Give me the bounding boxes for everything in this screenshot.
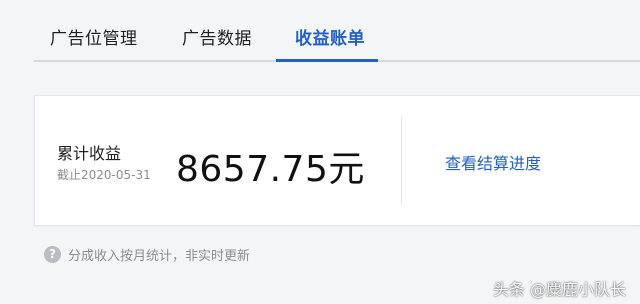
active-tab-indicator bbox=[276, 59, 378, 62]
cumulative-earnings-label: 累计收益 bbox=[57, 144, 122, 163]
card-divider bbox=[401, 116, 402, 206]
earnings-card: 累计收益 截止2020-05-31 8657.75元 查看结算进度 bbox=[34, 95, 640, 226]
as-of-date: 截止2020-05-31 bbox=[57, 168, 151, 182]
page: 广告位管理 广告数据 收益账单 累计收益 截止2020-05-31 8657.7… bbox=[0, 0, 640, 304]
earnings-amount: 8657.75元 bbox=[176, 149, 365, 190]
question-icon: ? bbox=[44, 245, 61, 263]
watermark: 头条 @麋鹿小队长 bbox=[492, 280, 626, 299]
view-settlement-progress-link[interactable]: 查看结算进度 bbox=[445, 150, 541, 174]
tab-earnings-bill[interactable]: 收益账单 bbox=[295, 24, 365, 62]
info-note-text: 分成收入按月统计，非实时更新 bbox=[68, 248, 251, 264]
tab-ad-data[interactable]: 广告数据 bbox=[182, 24, 252, 62]
tab-bar: 广告位管理 广告数据 收益账单 bbox=[0, 0, 640, 62]
info-note: ? 分成收入按月统计，非实时更新 bbox=[44, 244, 250, 264]
tab-ad-slot-management[interactable]: 广告位管理 bbox=[50, 24, 138, 62]
